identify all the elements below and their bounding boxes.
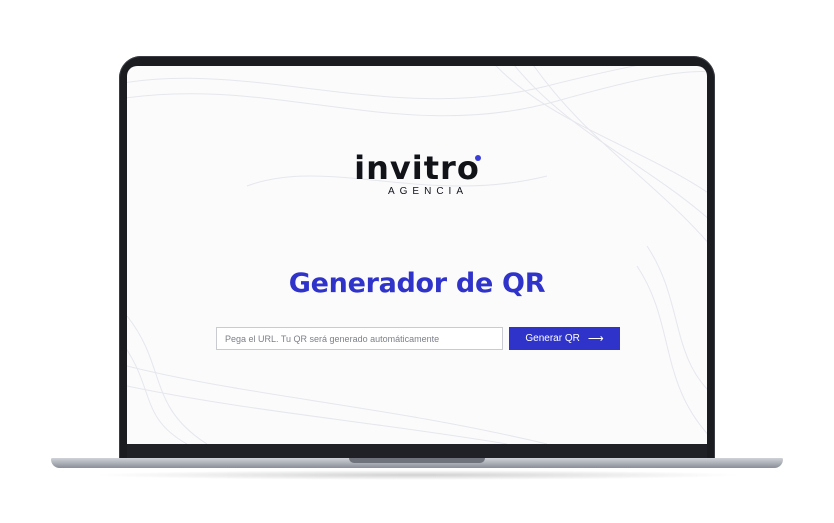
page-title: Generador de QR [288, 268, 546, 299]
laptop-mockup: invitro AGENCIA Generador de QR Generar … [0, 0, 834, 523]
logo-wordmark: invitro [354, 149, 481, 187]
screen: invitro AGENCIA Generador de QR Generar … [127, 66, 707, 444]
arrow-right-icon: ⟶ [587, 333, 604, 345]
url-form: Generar QR ⟶ [216, 327, 621, 350]
laptop-shadow [90, 470, 744, 480]
brand-logo: invitro AGENCIA [127, 152, 707, 197]
logo-text: invitro [354, 149, 480, 187]
logo-dot-icon [474, 155, 481, 161]
logo-subtitle: AGENCIA [387, 186, 468, 197]
laptop-notch [349, 458, 485, 463]
background-waves [127, 66, 707, 444]
screen-bottom-bezel [127, 444, 707, 458]
url-input[interactable] [216, 327, 503, 350]
generate-qr-button-label: Generar QR [525, 333, 580, 344]
generate-qr-button[interactable]: Generar QR ⟶ [509, 327, 620, 350]
